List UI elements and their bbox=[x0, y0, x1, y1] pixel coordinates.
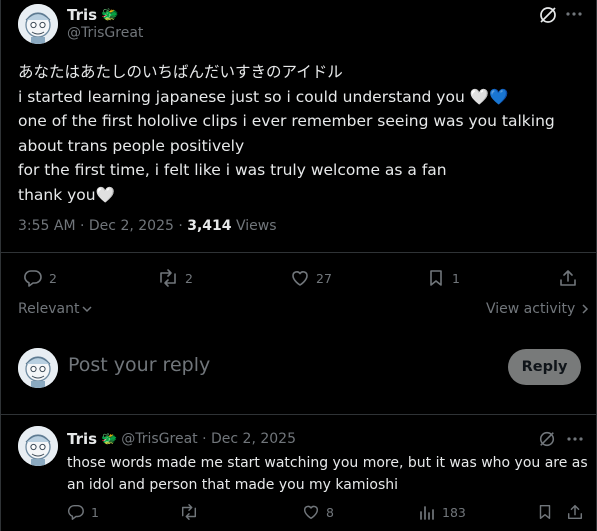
share-icon bbox=[566, 503, 584, 521]
reply-text-line: those words made me start watching you m… bbox=[67, 455, 588, 471]
reply-count: 1 bbox=[91, 504, 99, 520]
divider bbox=[1, 414, 596, 415]
bookmark-count: 1 bbox=[452, 270, 460, 286]
avatar-image bbox=[18, 426, 58, 466]
views-count: 3,414 bbox=[187, 218, 232, 234]
view-activity-label: View activity bbox=[486, 301, 576, 317]
reply-header: Tris 🐲 @TrisGreat · Dec 2, 2025 bbox=[67, 430, 296, 448]
bookmark-icon bbox=[426, 268, 446, 288]
share-icon bbox=[558, 268, 578, 288]
avatar-image bbox=[18, 348, 58, 388]
repost-icon bbox=[157, 268, 179, 288]
heart-icon bbox=[302, 503, 320, 521]
grok-icon[interactable] bbox=[538, 430, 556, 448]
like-count: 27 bbox=[316, 270, 332, 286]
bookmark-action[interactable]: 1 bbox=[426, 268, 460, 288]
post-text-line: one of the first hololive clips i ever r… bbox=[18, 112, 555, 130]
meta-dot: · bbox=[178, 218, 183, 234]
reply-author-emoji: 🐲 bbox=[101, 431, 118, 447]
post-meta: 3:55 AM · Dec 2, 2025 · 3,414 Views bbox=[18, 218, 277, 234]
sort-dropdown[interactable]: Relevant bbox=[18, 301, 93, 317]
reply-icon bbox=[23, 268, 43, 288]
repost-count: 2 bbox=[185, 270, 193, 286]
author-handle[interactable]: @TrisGreat bbox=[67, 25, 143, 41]
reply-icon bbox=[67, 503, 85, 521]
reply-count: 2 bbox=[49, 270, 57, 286]
avatar-image bbox=[18, 4, 58, 44]
views-label: Views bbox=[236, 218, 277, 234]
post-text-line: あなたはあたしのいちばんだいすきのアイドル bbox=[18, 63, 343, 81]
view-activity-link[interactable]: View activity bbox=[486, 301, 589, 317]
more-icon[interactable] bbox=[565, 5, 583, 23]
repost-icon bbox=[179, 503, 199, 521]
post-text: あなたはあたしのいちばんだいすきのアイドル i started learning… bbox=[18, 60, 578, 207]
share-action[interactable] bbox=[558, 268, 578, 288]
reply-input[interactable]: Post your reply bbox=[68, 354, 210, 376]
like-action[interactable]: 27 bbox=[290, 268, 332, 288]
post-detail: Tris 🐲 @TrisGreat あなたはあたしのいちばんだいすきのアイドル … bbox=[0, 0, 597, 531]
reply-text-line: an idol and person that made you my kami… bbox=[67, 477, 398, 493]
like-count: 8 bbox=[326, 504, 334, 520]
grok-icon[interactable] bbox=[538, 5, 558, 25]
views-action[interactable]: 183 bbox=[418, 503, 466, 521]
heart-icon bbox=[290, 268, 310, 288]
author-emoji: 🐲 bbox=[101, 7, 119, 23]
reply-button[interactable]: Reply bbox=[508, 349, 581, 385]
post-text-line: for the first time, i felt like i was tr… bbox=[18, 161, 447, 179]
share-action[interactable] bbox=[566, 503, 584, 521]
divider bbox=[1, 252, 596, 253]
repost-action[interactable] bbox=[179, 503, 205, 521]
reply-action[interactable]: 2 bbox=[23, 268, 57, 288]
reply-text: those words made me start watching you m… bbox=[67, 452, 588, 496]
avatar[interactable] bbox=[18, 4, 58, 44]
sort-label: Relevant bbox=[18, 301, 80, 317]
meta-dot: · bbox=[80, 218, 85, 234]
bookmark-action[interactable] bbox=[536, 503, 554, 521]
repost-action[interactable]: 2 bbox=[157, 268, 193, 288]
bookmark-icon bbox=[536, 503, 554, 521]
chevron-down-icon bbox=[81, 303, 93, 315]
chevron-right-icon bbox=[581, 303, 589, 315]
reply-avatar[interactable] bbox=[18, 426, 58, 466]
author-name-row[interactable]: Tris 🐲 bbox=[67, 6, 119, 24]
more-icon[interactable] bbox=[566, 430, 584, 448]
reply-author-name[interactable]: Tris bbox=[67, 430, 97, 448]
reply-action[interactable]: 1 bbox=[67, 503, 99, 521]
analytics-icon bbox=[418, 503, 436, 521]
post-text-line: about trans people positively bbox=[18, 136, 245, 155]
post-text-line: thank you🤍 bbox=[18, 185, 115, 204]
views-count: 183 bbox=[442, 504, 466, 520]
author-name[interactable]: Tris bbox=[67, 6, 97, 24]
like-action[interactable]: 8 bbox=[302, 503, 334, 521]
post-text-line: i started learning japanese just so i co… bbox=[18, 87, 509, 106]
composer-avatar[interactable] bbox=[18, 348, 58, 388]
post-date[interactable]: Dec 2, 2025 bbox=[89, 218, 174, 234]
reply-handle-date[interactable]: @TrisGreat · Dec 2, 2025 bbox=[121, 431, 296, 447]
post-time[interactable]: 3:55 AM bbox=[18, 218, 76, 234]
